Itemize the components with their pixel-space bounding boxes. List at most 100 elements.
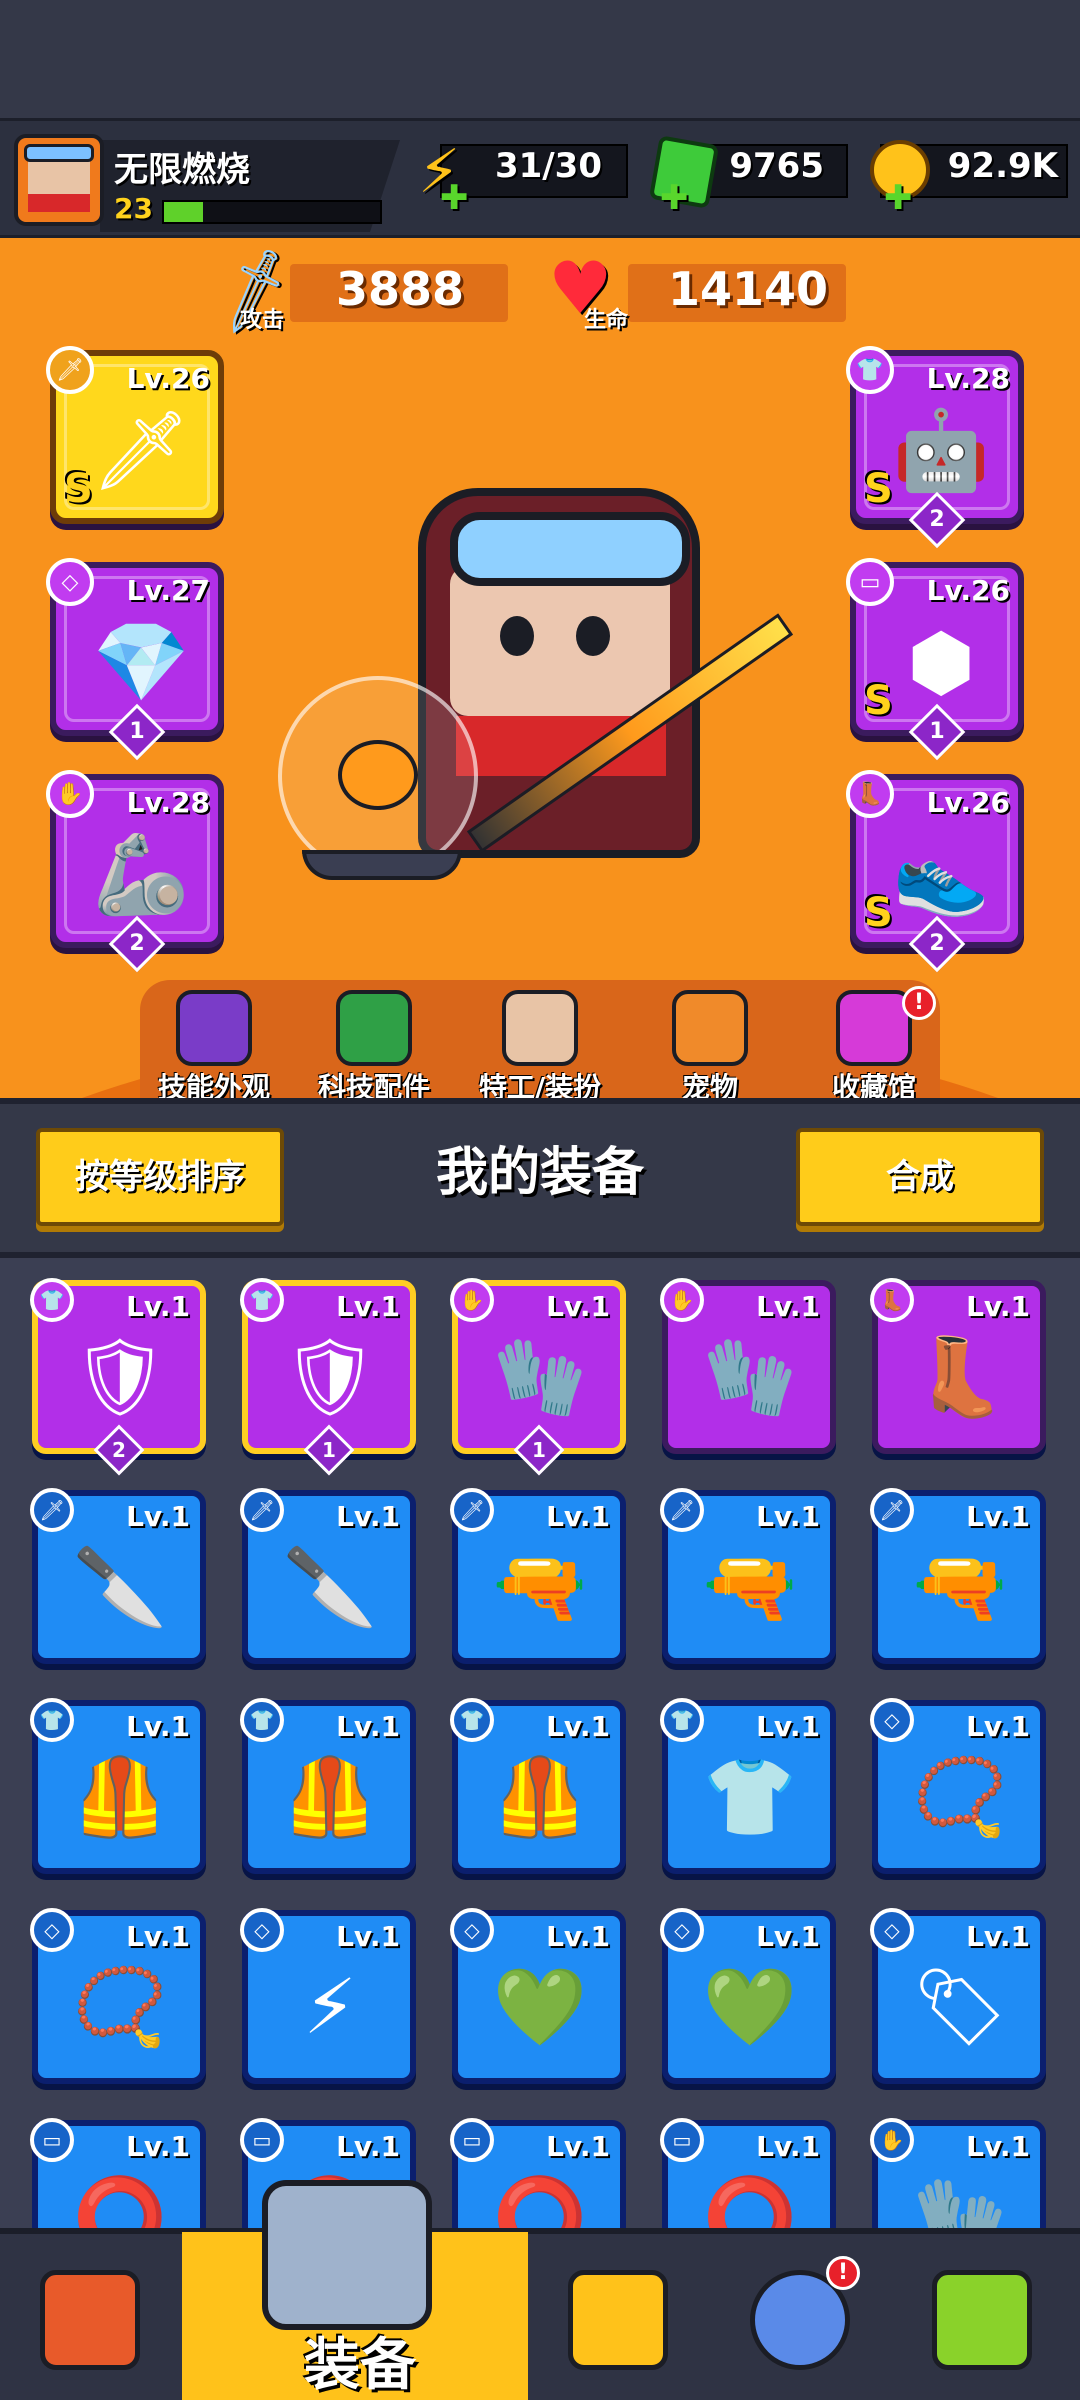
hero-tab-4[interactable]: 宠物: [630, 990, 790, 1106]
inventory-item[interactable]: ▭ Lv.1 ⭕: [660, 2118, 836, 2228]
item-level: Lv.1: [966, 1500, 1030, 1533]
inventory-item[interactable]: ◇ Lv.1 💚: [660, 1908, 836, 2084]
nav-shop[interactable]: [0, 2240, 180, 2400]
coin-add-icon[interactable]: ✚: [884, 178, 913, 218]
star-count: 1: [532, 1438, 546, 1462]
hero-tab-5[interactable]: 收藏馆!: [794, 986, 954, 1106]
inventory-item[interactable]: ◇ Lv.1 💚: [450, 1908, 626, 2084]
equipped-gloves-slot[interactable]: 🦾 ✋ Lv.28 2: [46, 770, 224, 973]
inventory-item[interactable]: ◇ Lv.1 ⚡: [240, 1908, 416, 2084]
nav-battle[interactable]: [528, 2240, 708, 2400]
inventory-item[interactable]: 🗡 Lv.1 🔪: [30, 1488, 206, 1664]
spiked-belt-icon: ⬢: [906, 618, 976, 708]
star-count: 2: [929, 931, 945, 956]
dog-tag-icon: 🏷: [911, 1962, 1009, 2051]
grade-badge: S: [864, 466, 893, 512]
sort-by-level-button[interactable]: 按等级排序: [36, 1128, 284, 1226]
alert-badge-icon: !: [826, 2256, 860, 2290]
inventory-item[interactable]: ✋ Lv.1 🧤 1: [450, 1278, 626, 1476]
hero-tab-2[interactable]: 科技配件: [294, 990, 454, 1106]
equipped-weapon-slot[interactable]: 🗡 🗡 Lv.26 S: [46, 346, 224, 524]
inventory-item[interactable]: ◇ Lv.1 🏷: [870, 1908, 1046, 2084]
battle-star-icon: [568, 2270, 668, 2370]
leather-belt-icon: ⭕: [72, 2172, 168, 2228]
inventory-item[interactable]: ◇ Lv.1 📿: [30, 1908, 206, 2084]
inventory-item[interactable]: 👕 Lv.1 🦺: [30, 1698, 206, 1874]
equipped-level: Lv.26: [126, 362, 210, 395]
pet-fishbowl[interactable]: [278, 676, 478, 880]
jet-boots-icon: 👟: [892, 830, 990, 920]
weapon-slot-icon: 🗡: [240, 1488, 284, 1532]
item-level: Lv.1: [126, 1920, 190, 1953]
emerald-pendant-icon: 💚: [492, 1962, 588, 2051]
nav-lab[interactable]: [892, 2240, 1072, 2400]
necklace-slot-icon: ◇: [870, 1698, 914, 1742]
gloves-slot-icon: ✋: [870, 2118, 914, 2162]
nav-equipment[interactable]: 装备: [182, 2180, 528, 2400]
equipped-armor-slot[interactable]: 🤖 👕 Lv.28 S 2: [846, 346, 1024, 549]
weapon-slot-icon: 🗡: [660, 1488, 704, 1532]
gloves-slot-icon: ✋: [450, 1278, 494, 1322]
inventory-item[interactable]: ✋ Lv.1 🧤: [660, 1278, 836, 1454]
player-name: 无限燃烧: [114, 150, 250, 190]
kunai-icon: 🔪: [72, 1542, 168, 1631]
necklace-slot-icon: ◇: [660, 1908, 704, 1952]
equipped-level: Lv.26: [926, 574, 1010, 607]
energy-add-icon[interactable]: ✚: [440, 178, 469, 218]
status-bar: [0, 0, 1080, 120]
inventory-grid: 👕 Lv.1 🛡 2 👕 Lv.1 🛡 1 ✋ Lv.1 🧤 1 ✋ Lv.1 🧤 👢 Lv.1 👢 🗡 Lv.1 🔪 🗡…: [0, 1258, 1080, 2228]
inventory-item[interactable]: 👕 Lv.1 🦺: [450, 1698, 626, 1874]
tech-parts-icon: [336, 990, 412, 1066]
blue-belt-icon: ⭕: [702, 2172, 798, 2228]
inventory-item[interactable]: ▭ Lv.1 ⭕: [30, 2118, 206, 2228]
shop-icon: [40, 2270, 140, 2370]
tactical-vest-icon: 🦺: [492, 1752, 588, 1841]
armor-slot-icon: 👕: [30, 1278, 74, 1322]
inventory-item[interactable]: ✋ Lv.1 🧤: [870, 2118, 1046, 2228]
item-level: Lv.1: [966, 1920, 1030, 1953]
inventory-item[interactable]: 👕 Lv.1 🛡 1: [240, 1278, 416, 1476]
boots-slot-icon: 👢: [870, 1278, 914, 1322]
red-vest-icon: 🦺: [282, 1752, 378, 1841]
inventory-item[interactable]: 🗡 Lv.1 🔫: [870, 1488, 1046, 1664]
weapon-slot-icon: 🗡: [450, 1488, 494, 1532]
belt-slot-icon: ▭: [846, 558, 894, 606]
star-count: 2: [929, 507, 945, 532]
inventory-item[interactable]: 👕 Lv.1 👕: [660, 1698, 836, 1874]
inventory-item[interactable]: 🗡 Lv.1 🔫: [450, 1488, 626, 1664]
inventory-item[interactable]: 👕 Lv.1 🛡 2: [30, 1278, 206, 1476]
lightning-necklace-icon: ⚡: [303, 1962, 357, 2051]
equipped-boots-slot[interactable]: 👟 👢 Lv.26 S 2: [846, 770, 1024, 973]
equipped-belt-slot[interactable]: ⬢ ▭ Lv.26 S 1: [846, 558, 1024, 761]
star-count: 1: [929, 719, 945, 744]
necklace-slot-icon: ◇: [870, 1908, 914, 1952]
hero-tab-3[interactable]: 特工/装扮: [460, 990, 620, 1106]
inventory-item[interactable]: 🗡 Lv.1 🔫: [660, 1488, 836, 1664]
hero-tab-1[interactable]: 技能外观: [134, 990, 294, 1106]
armor-slot-icon: 👕: [450, 1698, 494, 1742]
inventory-item[interactable]: 👕 Lv.1 🦺: [240, 1698, 416, 1874]
star-count-badge: 2: [93, 1424, 145, 1476]
spiked-boot-icon: 👢: [912, 1332, 1008, 1421]
merge-button[interactable]: 合成: [796, 1128, 1044, 1226]
armor-slot-icon: 👕: [846, 346, 894, 394]
equipped-level: Lv.28: [926, 362, 1010, 395]
equipment-icon: [262, 2180, 432, 2330]
gem-add-icon[interactable]: ✚: [660, 178, 689, 218]
robot-chestplate-icon: 🛡: [71, 1332, 169, 1421]
inventory-item[interactable]: ▭ Lv.1 ⭕: [450, 2118, 626, 2228]
belt-slot-icon: ▭: [30, 2118, 74, 2162]
inventory-item[interactable]: 🗡 Lv.1 🔪: [240, 1488, 416, 1664]
nav-events[interactable]: !: [710, 2240, 890, 2400]
hp-value: 14140: [668, 262, 829, 316]
energy-value: 31/30: [494, 146, 602, 186]
inventory-item[interactable]: 👢 Lv.1 👢: [870, 1278, 1046, 1454]
inventory-item[interactable]: ◇ Lv.1 📿: [870, 1698, 1046, 1874]
weapon-slot-icon: 🗡: [30, 1488, 74, 1532]
player-avatar[interactable]: [14, 134, 104, 226]
item-level: Lv.1: [126, 1290, 190, 1323]
equipped-necklace-slot[interactable]: 💎 ◇ Lv.27 1: [46, 558, 224, 761]
gloves-slot-icon: ✋: [46, 770, 94, 818]
star-count-badge: 1: [303, 1424, 355, 1476]
item-level: Lv.1: [336, 1500, 400, 1533]
